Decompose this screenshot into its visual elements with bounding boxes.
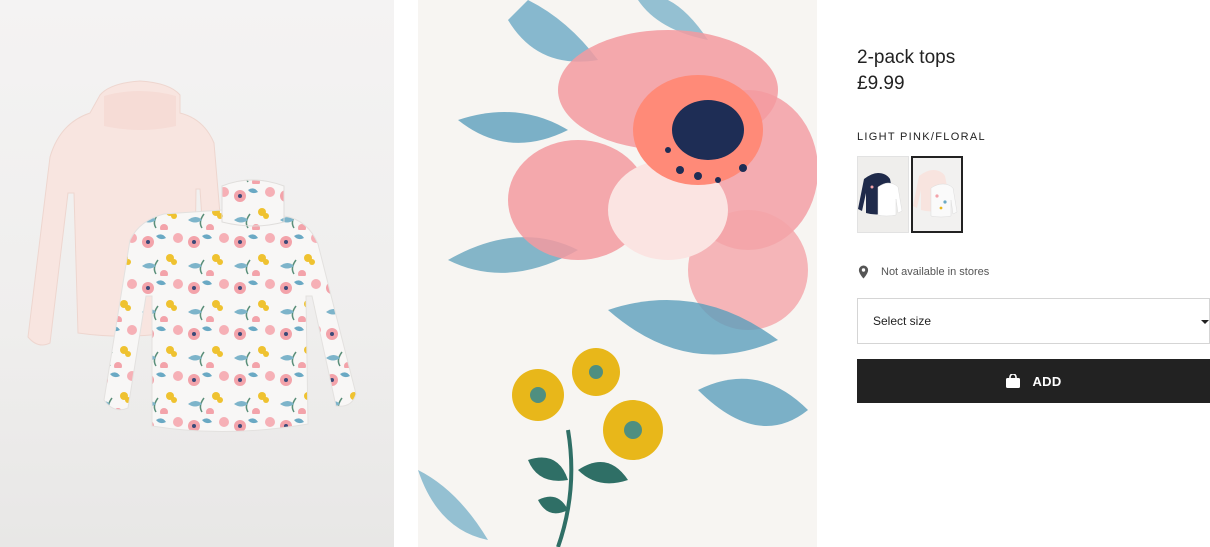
product-price: £9.99 — [857, 73, 905, 94]
floral-fabric-closeup — [418, 0, 817, 547]
product-title: 2-pack tops — [857, 47, 956, 68]
selected-color-name: LIGHT PINK/FLORAL — [857, 131, 986, 143]
size-select[interactable]: Select size — [857, 298, 1210, 344]
add-to-bag-button[interactable]: ADD — [857, 359, 1210, 403]
caret-down-icon — [1201, 320, 1209, 324]
add-button-label: ADD — [1032, 373, 1062, 389]
shopping-bag-icon — [1006, 374, 1021, 388]
store-availability: Not available in stores — [857, 264, 989, 280]
two-turtleneck-tops-illustration — [27, 80, 357, 433]
product-info-panel: 2-pack tops £9.99 LIGHT PINK/FLORAL Not … — [857, 0, 1210, 547]
location-pin-icon — [858, 265, 869, 279]
store-availability-text: Not available in stores — [881, 266, 990, 278]
swatch-thumbnail — [913, 170, 958, 218]
product-main-image[interactable] — [0, 0, 394, 547]
size-select-label: Select size — [873, 314, 932, 328]
swatch-thumbnail — [858, 173, 903, 217]
color-swatch-light-pink-floral[interactable] — [911, 156, 963, 233]
color-swatch-dark-blue-floral[interactable] — [857, 156, 909, 233]
product-detail-image[interactable] — [418, 0, 817, 547]
